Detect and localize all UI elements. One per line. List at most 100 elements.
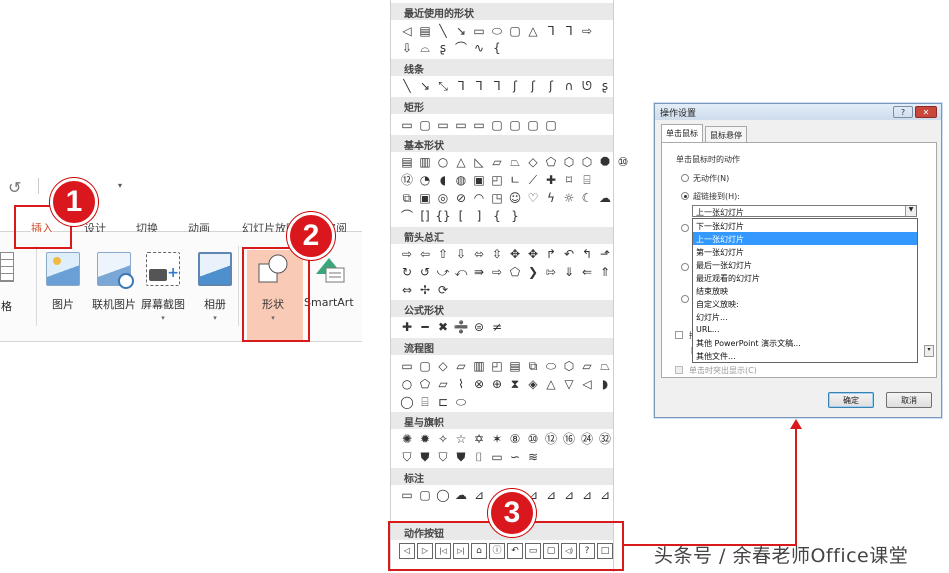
plaque-icon[interactable]: ⌑ [561, 172, 577, 188]
up-down-arrow-icon[interactable]: ⇳ [489, 246, 505, 262]
freeform-icon[interactable]: ʂ [435, 40, 451, 56]
l-shape-icon[interactable]: ㄴ [507, 172, 523, 188]
left-up-arrow-icon[interactable]: ↰ [579, 246, 595, 262]
process-icon[interactable]: ▭ [399, 358, 415, 374]
radio-no-action[interactable] [681, 174, 689, 182]
summing-junction-icon[interactable]: ⊗ [471, 376, 487, 392]
or-icon[interactable]: ⊕ [489, 376, 505, 392]
curved-left-arrow-icon[interactable]: ↺ [417, 264, 433, 280]
sound-combo-right[interactable]: ▾ [924, 345, 934, 357]
dropdown-item-selected[interactable]: 上一张幻灯片 [693, 232, 917, 245]
lightning-icon[interactable]: ϟ [543, 190, 559, 206]
elbow-double-arrow-icon[interactable]: ᒣ [489, 78, 505, 94]
curved-up-arrow-icon[interactable]: ⤻ [435, 264, 451, 280]
star10-icon[interactable]: ⑩ [525, 431, 541, 447]
divide-icon[interactable]: ➗ [453, 319, 469, 335]
line-icon[interactable]: ╲ [399, 78, 415, 94]
snip-rect-icon[interactable]: ▭ [453, 117, 469, 133]
curved-right-arrow-icon[interactable]: ↻ [399, 264, 415, 280]
radio-run-macro[interactable] [681, 263, 689, 271]
explosion-icon[interactable]: ✺ [399, 431, 415, 447]
snip-rect-icon[interactable]: ▭ [435, 117, 451, 133]
cloud-icon[interactable]: ☁ [597, 190, 613, 206]
right-arrow-icon[interactable]: ⇨ [399, 246, 415, 262]
rect-callout-icon[interactable]: ▭ [399, 487, 415, 503]
predefined-process-icon[interactable]: ▥ [471, 358, 487, 374]
close-button[interactable]: ✕ [915, 106, 937, 118]
half-frame-icon[interactable]: ◰ [489, 172, 505, 188]
rounded-rect-icon[interactable]: ▢ [417, 117, 433, 133]
dropdown-item[interactable]: 其他 PowerPoint 演示文稿... [693, 336, 917, 349]
wave-icon[interactable]: ∽ [507, 449, 523, 465]
document-icon[interactable]: ▤ [507, 358, 523, 374]
teardrop-icon[interactable]: ◍ [453, 172, 469, 188]
oval-callout-icon[interactable]: ◯ [435, 487, 451, 503]
undo-icon[interactable]: ↺ [8, 178, 21, 197]
left-brace-icon[interactable]: { [489, 208, 505, 224]
parallelogram-icon[interactable]: ▱ [489, 154, 505, 170]
ribbon-up-icon[interactable]: ⛉ [399, 449, 415, 465]
hexagon-icon[interactable]: ⬡ [561, 154, 577, 170]
dropdown-item[interactable]: 第一张幻灯片 [693, 245, 917, 258]
text-box-icon[interactable]: ▤ [417, 23, 433, 39]
table-icon[interactable] [0, 252, 14, 282]
explosion2-icon[interactable]: ✹ [417, 431, 433, 447]
elbow-connector-icon[interactable]: ᒣ [543, 23, 559, 39]
preparation-icon[interactable]: ⬡ [561, 358, 577, 374]
heptagon-icon[interactable]: ⬡ [579, 154, 595, 170]
extract-icon[interactable]: △ [543, 376, 559, 392]
up-callout-arrow-icon[interactable]: ⇑ [597, 264, 613, 280]
heart-icon[interactable]: ♡ [525, 190, 541, 206]
star12-icon[interactable]: ⑫ [543, 431, 559, 447]
tab-mouse-click[interactable]: 单击鼠标 [661, 124, 703, 142]
punched-tape-icon[interactable]: ⌇ [453, 376, 469, 392]
bent-up-arrow-icon[interactable]: ⬏ [597, 246, 613, 262]
decagon-icon[interactable]: ⑩ [615, 154, 631, 170]
plus-icon[interactable]: ✚ [399, 319, 415, 335]
cloud-callout-icon[interactable]: ☁ [453, 487, 469, 503]
elbow-connector-icon[interactable]: ᒣ [453, 78, 469, 94]
brace-icon[interactable]: { [489, 40, 505, 56]
help-button[interactable]: ? [893, 106, 913, 118]
triangle-icon[interactable]: △ [453, 154, 469, 170]
tab-mouse-over[interactable]: 鼠标悬停 [705, 126, 747, 142]
diamond-icon[interactable]: ◇ [525, 154, 541, 170]
star4-icon[interactable]: ✧ [435, 431, 451, 447]
play-sound-checkbox[interactable] [675, 331, 683, 339]
not-equal-icon[interactable]: ≠ [489, 319, 505, 335]
arrow-line-icon[interactable]: ↘ [453, 23, 469, 39]
highlight-checkbox[interactable] [675, 366, 683, 374]
double-arrow-line-icon[interactable]: ⤡ [435, 78, 451, 94]
curve-icon[interactable]: ∩ [561, 78, 577, 94]
oval-icon[interactable]: ⬭ [489, 23, 505, 39]
pie-icon[interactable]: ◔ [417, 172, 433, 188]
manual-operation-icon[interactable]: ⏢ [597, 358, 613, 374]
right-triangle-icon[interactable]: ◺ [471, 154, 487, 170]
right-callout-arrow-icon[interactable]: ⇰ [543, 264, 559, 280]
dropdown-item[interactable]: 最后一张幻灯片 [693, 258, 917, 271]
line-callout-icon[interactable]: ⊿ [543, 487, 559, 503]
oval-icon[interactable]: ○ [435, 154, 451, 170]
left-callout-arrow-icon[interactable]: ⇐ [579, 264, 595, 280]
terminator-icon[interactable]: ⬭ [543, 358, 559, 374]
up-arrow-icon[interactable]: ⇧ [435, 246, 451, 262]
radio-run-program[interactable] [681, 224, 689, 232]
chevron-icon[interactable]: ❯ [525, 264, 541, 280]
double-bracket-icon[interactable]: [] [417, 208, 433, 224]
curved-ribbon-up-icon[interactable]: ⛉ [435, 449, 451, 465]
dropdown-item[interactable]: 结束放映 [693, 284, 917, 297]
magnetic-disk-icon[interactable]: ⌸ [417, 394, 433, 410]
ribbon-down-icon[interactable]: ⛊ [417, 449, 433, 465]
arc-icon[interactable]: ⌒ [453, 40, 469, 56]
curve-icon[interactable]: ∿ [471, 40, 487, 56]
triangle-icon[interactable]: △ [525, 23, 541, 39]
vertical-text-icon[interactable]: ▥ [417, 154, 433, 170]
line-icon[interactable]: ╲ [435, 23, 451, 39]
pictures-button[interactable]: 图片 [46, 252, 80, 312]
dropdown-item[interactable]: 自定义放映: [693, 297, 917, 310]
arrow-line-icon[interactable]: ↘ [417, 78, 433, 94]
down-arrow-icon[interactable]: ⇩ [453, 246, 469, 262]
star24-icon[interactable]: ㉔ [579, 431, 595, 447]
stored-data-icon[interactable]: ◁ [579, 376, 595, 392]
donut-icon[interactable]: ◎ [435, 190, 451, 206]
